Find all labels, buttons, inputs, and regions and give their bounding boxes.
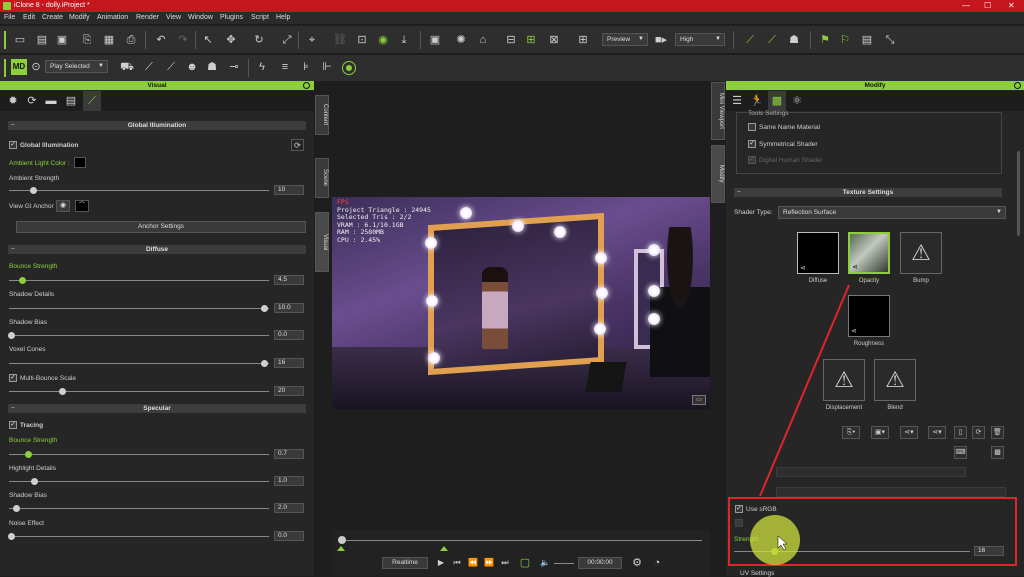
annotation-overlay — [728, 284, 1017, 566]
annotation-arrow — [759, 284, 850, 497]
cursor-halo — [750, 515, 800, 565]
